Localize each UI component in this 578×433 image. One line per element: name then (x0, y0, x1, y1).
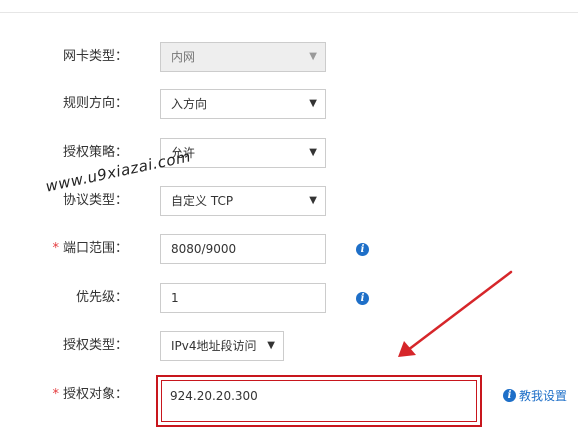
annotation-arrow (398, 270, 513, 357)
